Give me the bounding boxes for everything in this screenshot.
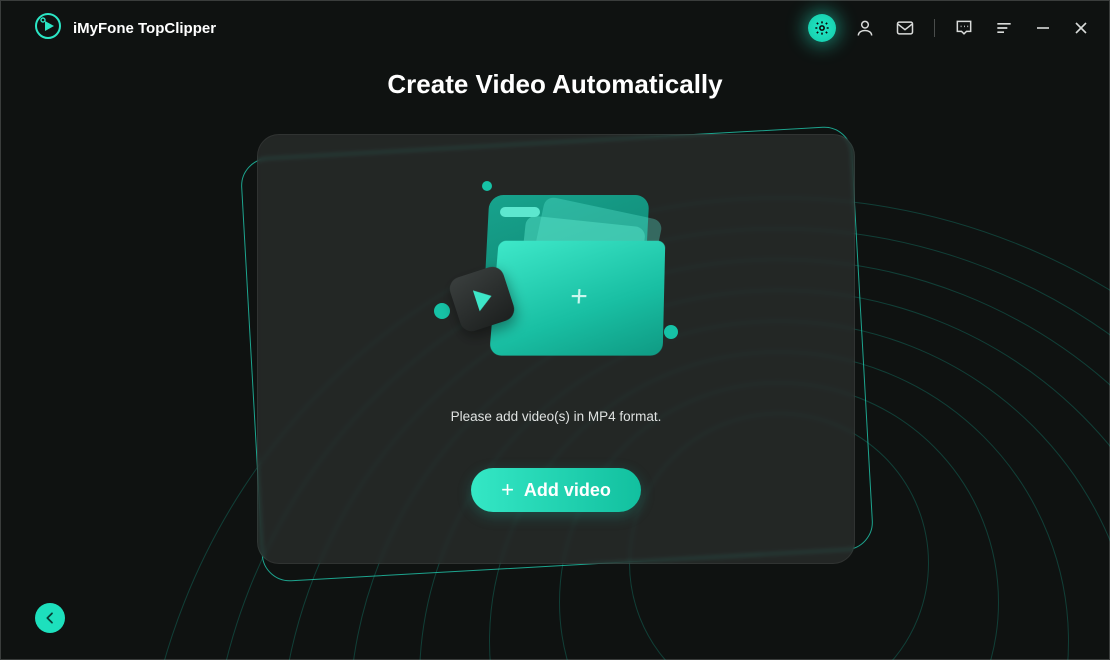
decor-dot	[482, 181, 492, 191]
user-icon[interactable]	[854, 17, 876, 39]
brand: iMyFone TopClipper	[35, 13, 216, 44]
play-triangle-icon	[473, 285, 495, 311]
back-button[interactable]	[35, 603, 65, 633]
brand-name: iMyFone TopClipper	[73, 20, 216, 37]
chat-icon[interactable]	[953, 17, 975, 39]
close-button[interactable]	[1071, 18, 1091, 38]
folder-plus-icon: +	[569, 280, 588, 314]
menu-icon[interactable]	[993, 17, 1015, 39]
folder-illustration: +	[426, 177, 686, 387]
dropzone-card[interactable]: + Please add video(s) in MP4 format. + A…	[257, 134, 855, 564]
mail-icon[interactable]	[894, 17, 916, 39]
plus-icon: +	[501, 479, 514, 501]
dropzone-stage: + Please add video(s) in MP4 format. + A…	[235, 128, 875, 576]
decor-dot	[664, 325, 678, 339]
minimize-button[interactable]	[1033, 18, 1053, 38]
folder-front-icon: +	[489, 241, 665, 356]
add-video-button[interactable]: + Add video	[471, 468, 641, 512]
brand-logo-icon	[35, 13, 61, 44]
decor-dot	[434, 303, 450, 319]
hint-text: Please add video(s) in MP4 format.	[451, 409, 662, 424]
titlebar-separator	[934, 19, 935, 37]
titlebar: iMyFone TopClipper	[1, 1, 1109, 55]
gear-icon[interactable]	[808, 14, 836, 42]
add-video-label: Add video	[524, 480, 611, 501]
titlebar-actions	[808, 14, 1091, 42]
page-title: Create Video Automatically	[1, 69, 1109, 100]
